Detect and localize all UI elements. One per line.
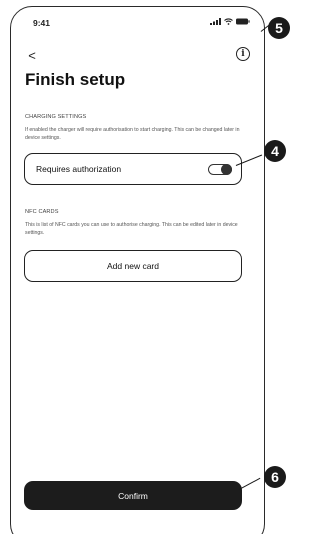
phone-frame: 9:41 < i Finish setup CHARGING SETTINGS … (10, 6, 265, 534)
info-button[interactable]: i (236, 47, 250, 61)
screenshot-canvas: 9:41 < i Finish setup CHARGING SETTINGS … (0, 0, 291, 534)
battery-icon (236, 18, 250, 25)
confirm-label: Confirm (118, 490, 148, 501)
nfc-section-label: NFC CARDS (25, 209, 59, 215)
add-new-card-button[interactable]: Add new card (24, 250, 242, 282)
requires-authorization-row[interactable]: Requires authorization (24, 153, 242, 185)
add-new-card-label: Add new card (107, 261, 159, 271)
status-bar: 9:41 (11, 7, 264, 37)
callout-6-badge: 6 (264, 466, 286, 488)
requires-authorization-label: Requires authorization (36, 164, 122, 174)
callout-5-badge: 5 (268, 17, 290, 39)
status-time: 9:41 (33, 18, 51, 28)
charging-section-description: If enabled the charger will require auth… (25, 127, 240, 141)
back-button[interactable]: < (25, 47, 39, 63)
confirm-button[interactable]: Confirm (24, 481, 242, 510)
charging-section-label: CHARGING SETTINGS (25, 114, 87, 120)
signal-icon (210, 18, 221, 25)
chevron-left-icon: < (28, 47, 36, 63)
status-icons (210, 18, 250, 25)
toggle-knob (221, 164, 232, 175)
page-title: Finish setup (25, 70, 126, 89)
requires-authorization-toggle[interactable] (208, 164, 232, 175)
info-icon: i (241, 49, 245, 59)
callout-4-badge: 4 (264, 140, 286, 162)
nfc-section-description: This is list of NFC cards you can use to… (25, 222, 238, 236)
wifi-icon (224, 18, 233, 25)
